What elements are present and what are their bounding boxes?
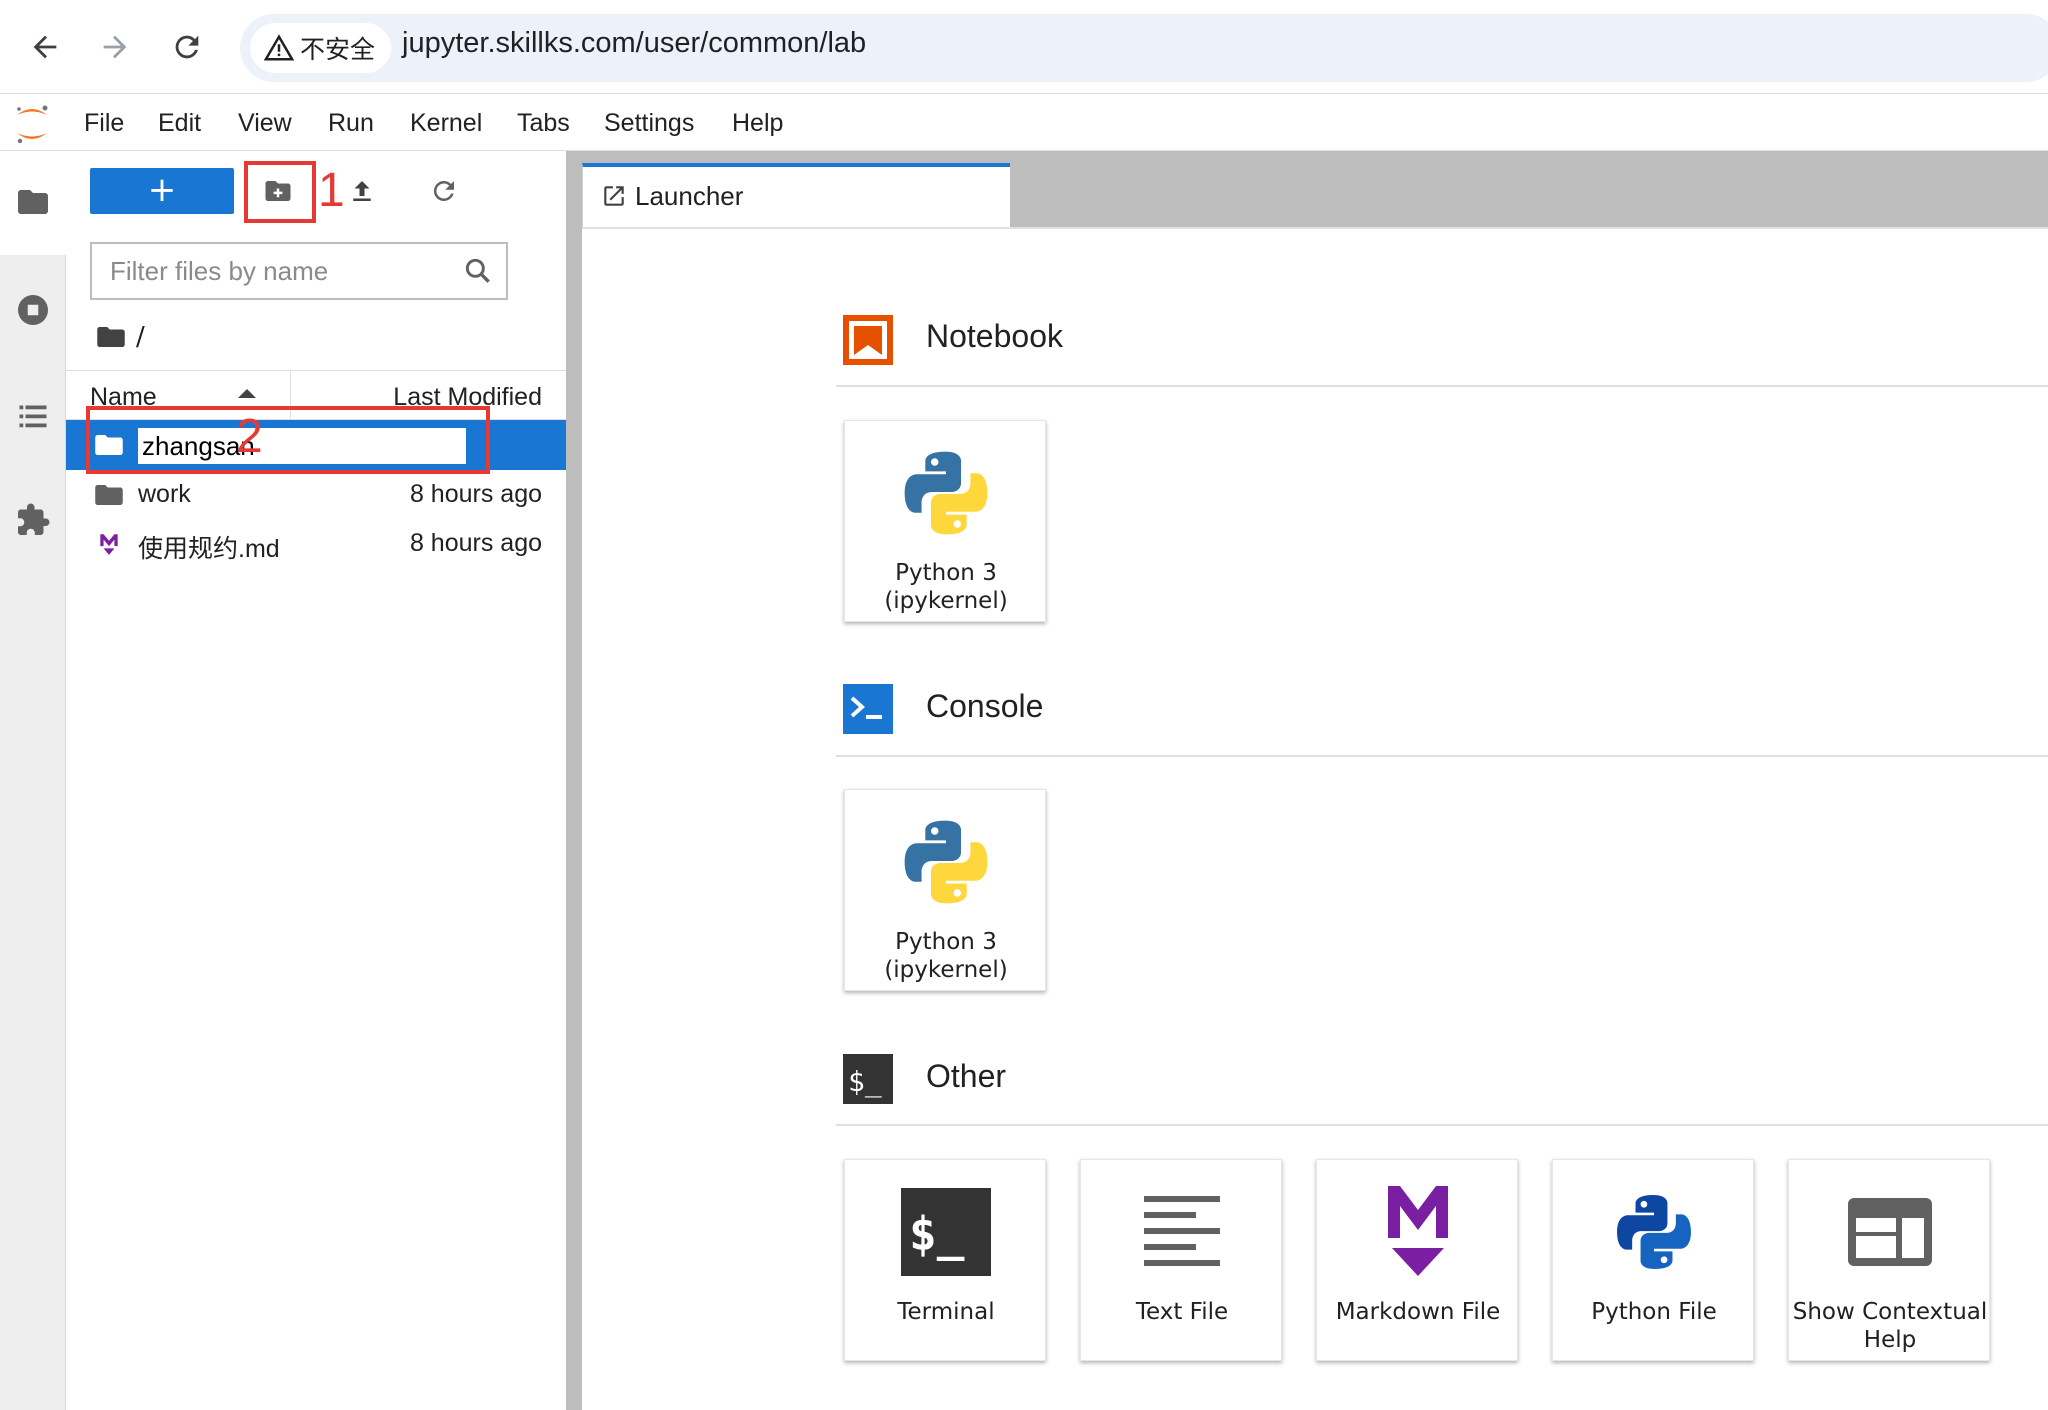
filter-box (90, 242, 508, 300)
filter-input[interactable] (92, 244, 452, 298)
menu-kernel[interactable]: Kernel (410, 109, 482, 138)
card-label: Python 3 (ipykernel) (884, 929, 1008, 983)
python-logo-icon (896, 812, 996, 912)
main-area: Launcher Notebook Python 3 (ipykernel) C… (582, 151, 2048, 1410)
home-folder-icon[interactable] (96, 324, 126, 350)
new-launcher-label: + (147, 169, 177, 210)
panel-splitter[interactable] (566, 151, 582, 1410)
puzzle-icon (18, 503, 50, 535)
menu-file[interactable]: File (84, 109, 124, 138)
menu-run[interactable]: Run (328, 109, 374, 138)
annotation-number-1: 1 (318, 164, 345, 217)
annotation-box-new-folder (244, 161, 316, 223)
menu-help[interactable]: Help (732, 109, 783, 138)
table-of-contents-tab[interactable] (12, 395, 54, 437)
warning-icon (264, 34, 294, 61)
launch-icon (604, 186, 624, 206)
tab-bar: Launcher (582, 151, 2048, 229)
sort-ascending-icon (238, 389, 256, 398)
other-terminal-icon: $_ (843, 1054, 893, 1104)
launcher-card-contextual-help[interactable]: Show Contextual Help (1788, 1159, 1990, 1361)
new-launcher-button[interactable]: + (90, 168, 234, 214)
section-title-other: Other (926, 1058, 1007, 1094)
arrow-left-icon (33, 35, 57, 59)
folder-icon (95, 485, 123, 505)
menu-tabs[interactable]: Tabs (517, 109, 570, 138)
section-divider (836, 385, 2048, 387)
menu-view[interactable]: View (238, 109, 292, 138)
section-title-notebook: Notebook (926, 318, 1063, 354)
markdown-icon (100, 534, 118, 555)
card-label: Python 3 (ipykernel) (884, 560, 1008, 614)
card-label: Text File (1135, 1299, 1229, 1325)
menu-edit[interactable]: Edit (158, 109, 201, 138)
folder-icon (18, 190, 48, 214)
jupyterlab-window: 不安全 jupyter.skillks.com/user/common/lab … (0, 0, 2048, 1410)
reload-icon (175, 35, 199, 59)
stop-circle-icon (18, 295, 48, 325)
terminal-icon: $_ (896, 1182, 996, 1282)
notebook-icon (843, 315, 893, 365)
file-browser-tab[interactable] (12, 181, 54, 223)
file-row[interactable]: work 8 hours ago (66, 470, 566, 520)
launcher-card-markdown-file[interactable]: Markdown File (1316, 1159, 1518, 1361)
breadcrumb: / (96, 319, 145, 355)
address-bar[interactable]: 不安全 jupyter.skillks.com/user/common/lab (240, 14, 2048, 82)
card-label: Markdown File (1335, 1299, 1501, 1325)
url-text[interactable]: jupyter.skillks.com/user/common/lab (402, 27, 866, 60)
card-label: Python File (1591, 1299, 1717, 1325)
text-file-icon (1132, 1182, 1232, 1282)
refresh-icon (433, 180, 454, 201)
refresh-button[interactable] (424, 171, 464, 211)
running-sessions-tab[interactable] (12, 289, 54, 331)
python-logo-icon (896, 443, 996, 543)
back-button[interactable] (22, 24, 68, 70)
markdown-icon (1368, 1182, 1468, 1282)
jupyter-logo-icon (17, 105, 48, 144)
menu-settings[interactable]: Settings (604, 109, 694, 138)
file-modified: 8 hours ago (409, 529, 542, 557)
upload-button[interactable] (342, 171, 382, 211)
search-icon (465, 258, 490, 283)
forward-button[interactable] (92, 24, 138, 70)
tab-bar-border (582, 227, 2048, 229)
section-divider (836, 755, 2048, 757)
file-modified: 8 hours ago (409, 480, 542, 508)
activity-bar (0, 151, 66, 1410)
reload-button[interactable] (164, 24, 210, 70)
breadcrumb-root[interactable]: / (136, 322, 145, 352)
svg-text:$_: $_ (848, 1065, 882, 1099)
upload-icon (353, 181, 371, 201)
section-divider (836, 1124, 2048, 1126)
launcher-card-text-file[interactable]: Text File (1080, 1159, 1282, 1361)
file-name: work (138, 480, 191, 508)
file-row[interactable]: 使用规约.md 8 hours ago (66, 519, 566, 569)
svg-text:$_: $_ (909, 1207, 965, 1261)
contextual-help-icon (1840, 1182, 1940, 1282)
arrow-right-icon (103, 35, 127, 59)
launcher-card-python3-console[interactable]: Python 3 (ipykernel) (844, 789, 1046, 991)
launcher-card-terminal[interactable]: $_ Terminal (844, 1159, 1046, 1361)
menu-bar: File Edit View Run Kernel Tabs Settings … (0, 95, 2048, 151)
card-label: Show Contextual Help (1792, 1299, 1988, 1353)
security-label: 不安全 (300, 35, 376, 64)
browser-toolbar: 不安全 jupyter.skillks.com/user/common/lab (0, 0, 2048, 94)
list-icon (19, 405, 47, 428)
file-name: 使用规约.md (138, 535, 280, 563)
card-label: Terminal (897, 1299, 995, 1325)
launcher-card-python-file[interactable]: Python File (1552, 1159, 1754, 1361)
file-browser-panel: + 1 / Name Last Modified (66, 151, 566, 1410)
security-chip[interactable]: 不安全 (250, 23, 392, 73)
tab-launcher[interactable]: Launcher (582, 163, 1010, 229)
section-title-console: Console (926, 688, 1044, 724)
python-file-icon (1604, 1182, 1704, 1282)
annotation-box-rename (86, 406, 490, 474)
annotation-number-2: 2 (236, 410, 263, 463)
launcher-card-python3-notebook[interactable]: Python 3 (ipykernel) (844, 420, 1046, 622)
extensions-tab[interactable] (12, 499, 54, 541)
tab-launcher-label: Launcher (635, 181, 744, 211)
console-icon (843, 684, 893, 734)
